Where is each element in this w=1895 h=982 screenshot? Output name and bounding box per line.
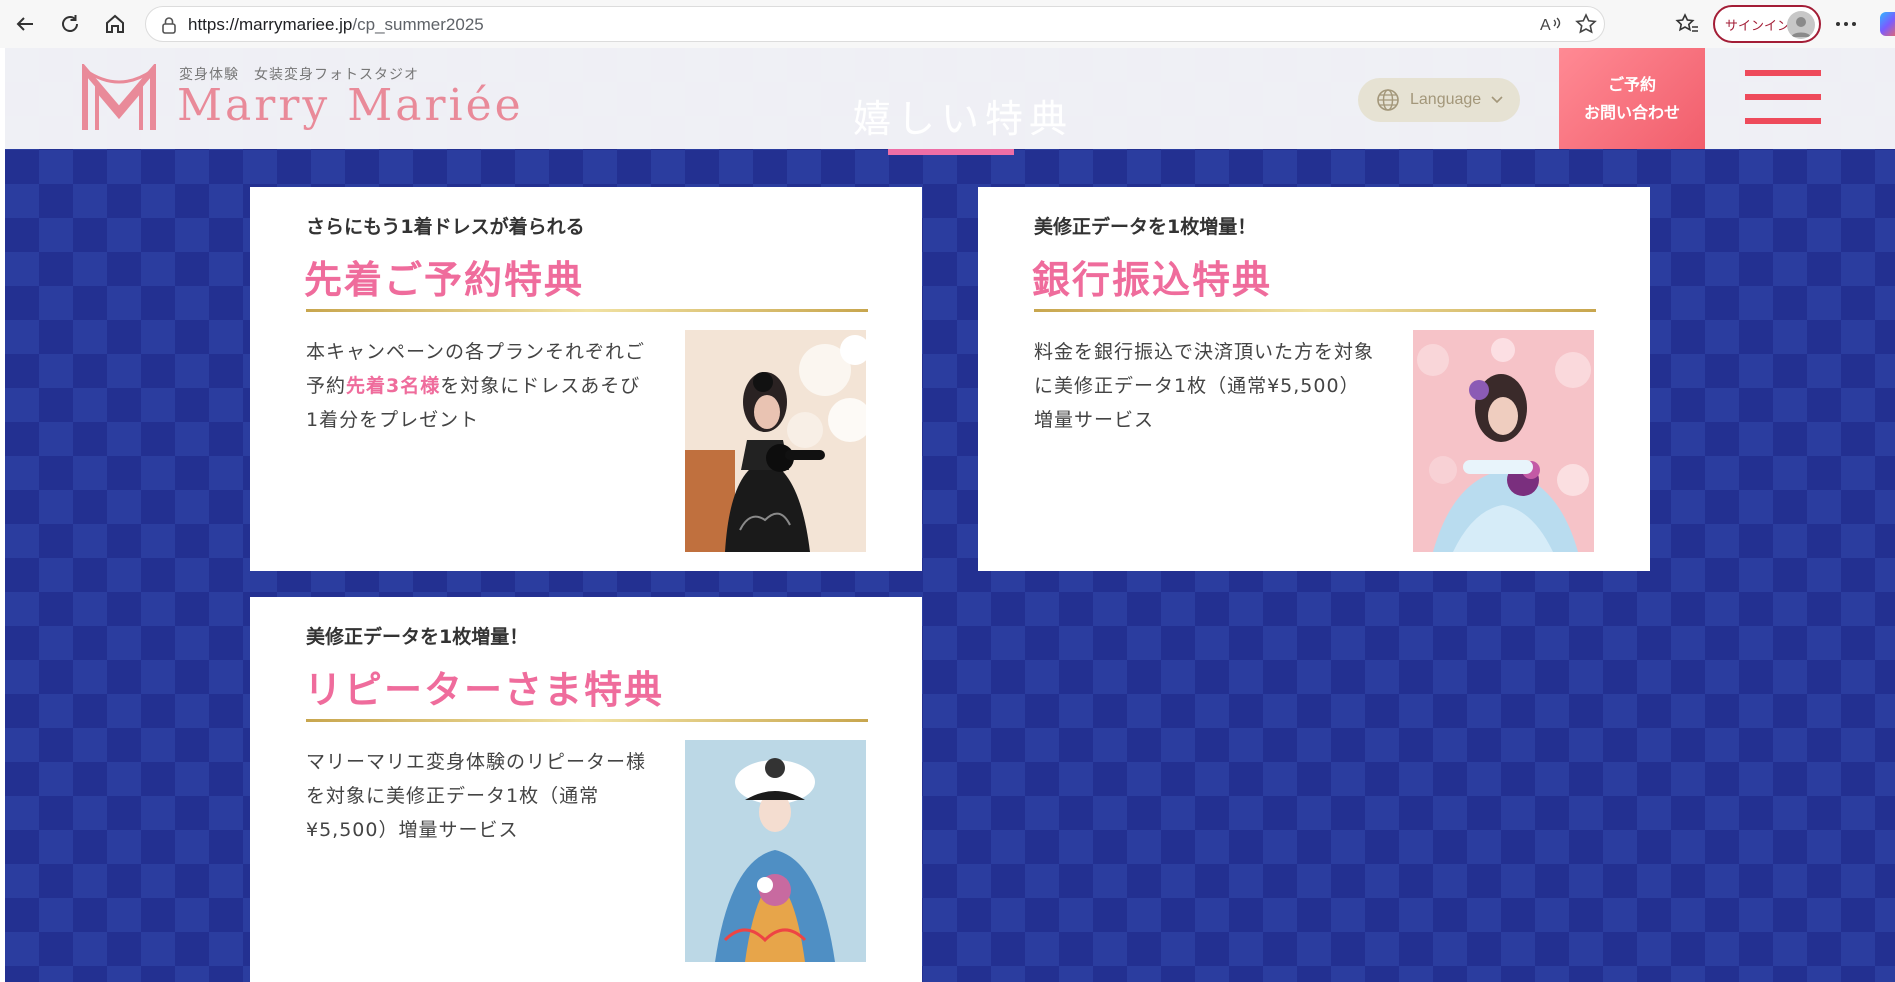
globe-icon [1377, 89, 1399, 111]
browser-toolbar: https://marrymariee.jp/cp_summer2025 A サ… [0, 0, 1895, 48]
language-label: Language [1410, 91, 1482, 108]
chevron-down-icon [1491, 96, 1503, 104]
home-icon [106, 14, 124, 33]
benefit-card-early-booking: さらにもう1着ドレスが着られる 先着ご予約特典 本キャンペーンの各プランそれぞれ… [250, 187, 922, 571]
logo-mark-icon[interactable] [81, 61, 157, 132]
read-aloud-icon: A [1540, 17, 1561, 34]
card-subtitle: 美修正データを1枚増量！ [1034, 216, 1257, 238]
reserve-contact-button[interactable]: ご予約 お問い合わせ [1559, 48, 1705, 149]
contact-label: お問い合わせ [1583, 102, 1680, 122]
url-text: https://marrymariee.jp/cp_summer2025 [188, 15, 484, 35]
hamburger-menu-icon[interactable] [1745, 70, 1821, 128]
profile-icon [1791, 17, 1811, 37]
page-title: 嬉しい特典 [853, 97, 1074, 141]
card-body-highlight: 先着3名様 [346, 375, 441, 397]
card-title: 先着ご予約特典 [304, 258, 585, 302]
favorite-button[interactable] [1571, 10, 1601, 38]
card-title: リピーターさま特典 [304, 668, 665, 712]
lock-icon [162, 17, 176, 34]
favorites-list-icon [1675, 13, 1698, 32]
back-button[interactable] [10, 10, 40, 38]
card-body: 料金を銀行振込で決済頂いた方を対象に美修正データ1枚（通常¥5,500）増量サー… [1034, 335, 1379, 437]
more-dots-icon [1836, 22, 1856, 26]
star-icon [1575, 13, 1597, 34]
gold-divider [306, 719, 868, 722]
favorites-list-button[interactable] [1672, 10, 1702, 38]
reserve-label: ご予約 [1607, 74, 1656, 94]
url-path: /cp_summer2025 [352, 15, 484, 34]
benefit-card-repeater: 美修正データを1枚増量！ リピーターさま特典 マリーマリエ変身体験のリピーター様… [250, 597, 922, 982]
card-body-text: 料金を銀行振込で決済頂いた方を対象に美修正データ1枚（通常¥5,500）増量サー… [1034, 341, 1375, 431]
card-subtitle: さらにもう1着ドレスが着られる [306, 216, 585, 238]
card-body: マリーマリエ変身体験のリピーター様を対象に美修正データ1枚（通常¥5,500）増… [306, 745, 651, 847]
card-body-text: マリーマリエ変身体験のリピーター様を対象に美修正データ1枚（通常¥5,500）増… [306, 751, 647, 841]
signin-label: サインイン [1725, 18, 1791, 34]
benefit-card-bank-transfer: 美修正データを1枚増量！ 銀行振込特典 料金を銀行振込で決済頂いた方を対象に美修… [978, 187, 1650, 571]
avatar [1787, 11, 1815, 39]
title-underline [888, 149, 1014, 155]
language-selector[interactable]: Language [1358, 78, 1520, 122]
refresh-icon [62, 15, 78, 32]
gold-divider [1034, 309, 1596, 312]
copilot-icon[interactable] [1880, 12, 1895, 36]
card-subtitle: 美修正データを1枚増量！ [306, 626, 529, 648]
read-aloud-button[interactable]: A [1536, 10, 1566, 38]
more-menu-button[interactable] [1831, 10, 1861, 38]
site-header: 変身体験 女装変身フォトスタジオ Marry Mariée 嬉しい特典 Lang… [5, 48, 1895, 149]
logo-wordmark[interactable]: Marry Mariée [177, 80, 524, 131]
photo-kimono [685, 740, 866, 962]
home-button[interactable] [100, 10, 130, 38]
card-body: 本キャンペーンの各プランそれぞれご予約先着3名様を対象にドレスあそび1着分をプレ… [306, 335, 651, 437]
photo-blue-dress [1413, 330, 1594, 552]
gold-divider [306, 309, 868, 312]
back-arrow-icon [16, 17, 33, 31]
address-bar[interactable]: https://marrymariee.jp/cp_summer2025 A [145, 6, 1605, 42]
svg-text:A: A [1540, 17, 1551, 34]
url-host: https://marrymariee.jp [188, 15, 353, 34]
photo-black-dress [685, 330, 866, 552]
refresh-button[interactable] [55, 10, 85, 38]
campaign-page: さらにもう1着ドレスが着られる 先着ご予約特典 本キャンペーンの各プランそれぞれ… [5, 48, 1895, 982]
signin-button[interactable]: サインイン [1713, 5, 1821, 43]
card-title: 銀行振込特典 [1032, 258, 1273, 302]
